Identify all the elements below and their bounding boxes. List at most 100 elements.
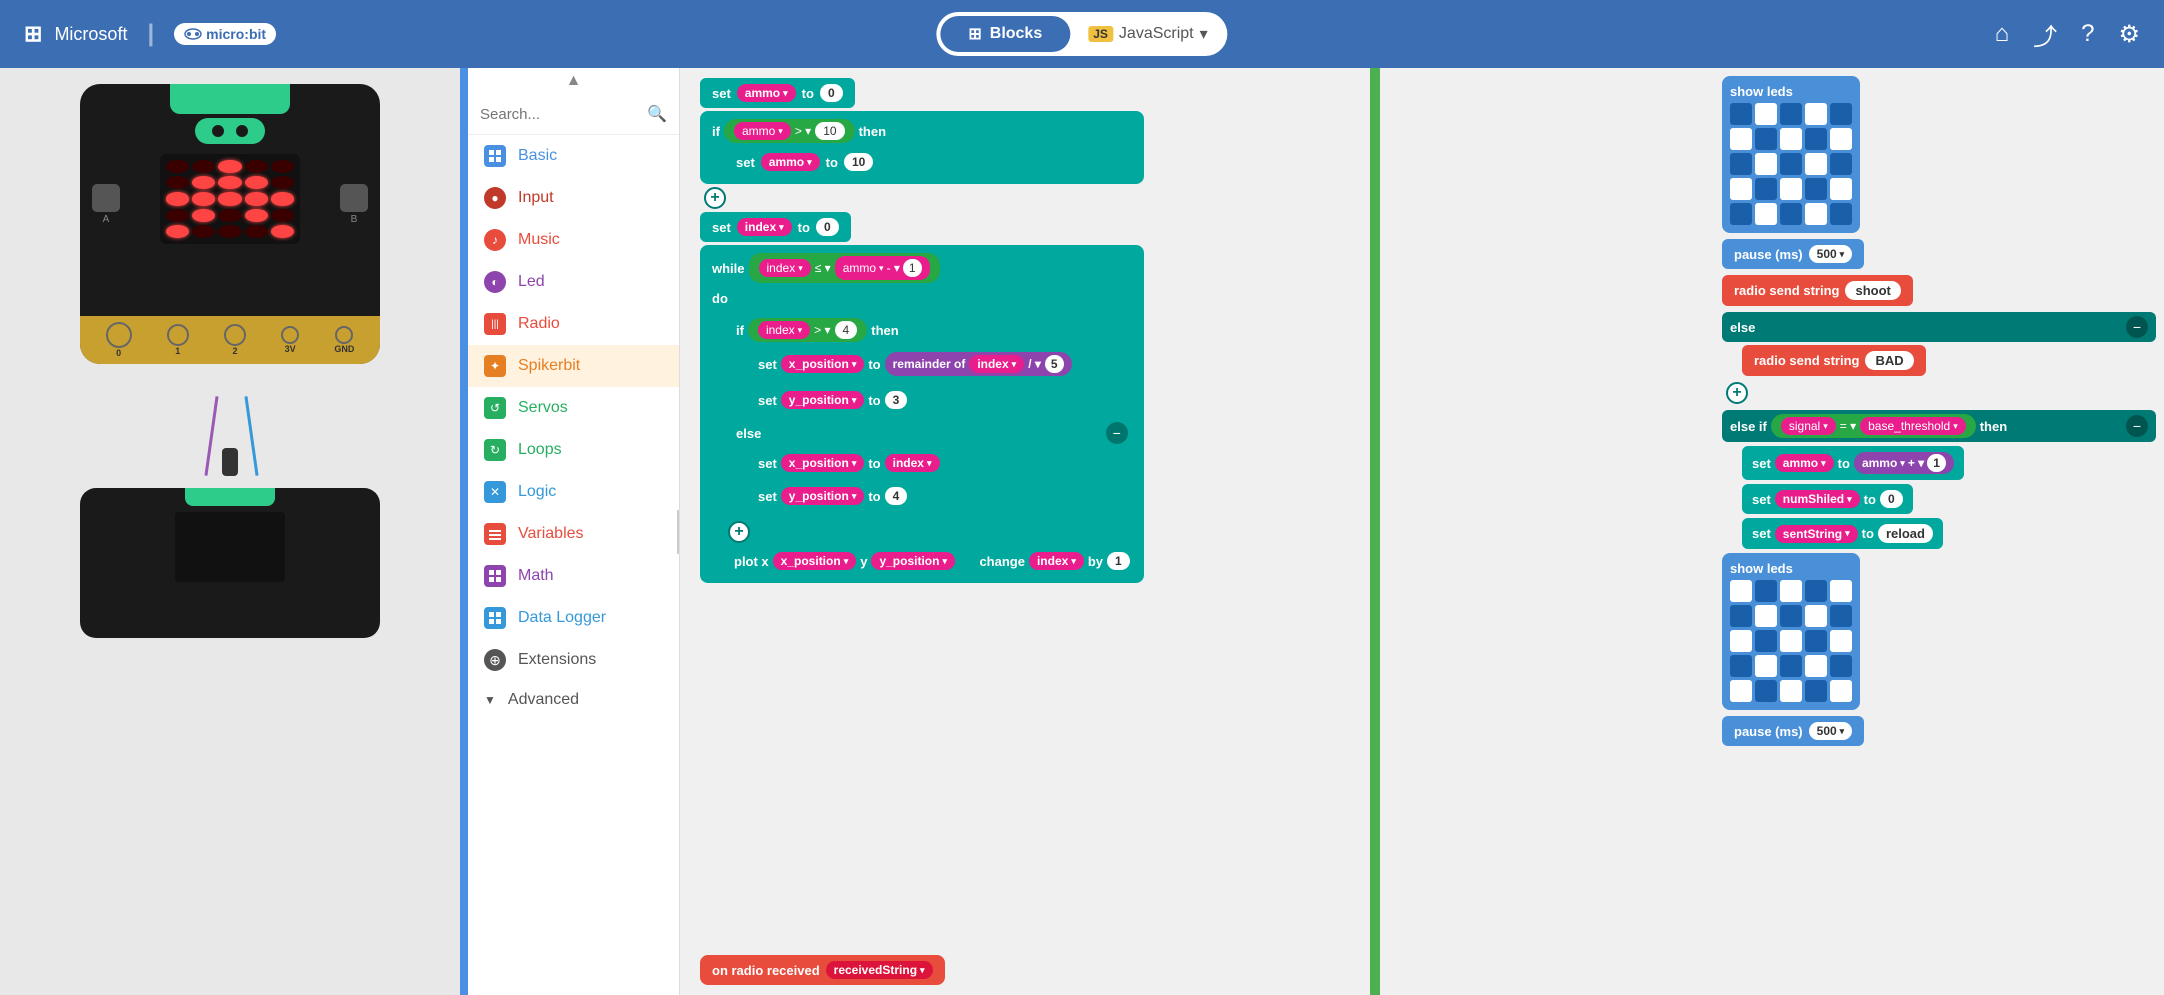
sidebar-item-music[interactable]: ♪ Music	[468, 219, 679, 261]
toolbox-search-area: 🔍	[468, 94, 679, 135]
else-minus-button[interactable]: −	[1106, 422, 1128, 444]
microbit-logo: micro:bit	[174, 23, 276, 45]
set-ammo-10: set ammo ▾ to 10	[724, 147, 885, 177]
sidebar-item-math[interactable]: Math	[468, 555, 679, 597]
remainder-block: remainder of index ▾ / ▾ 5	[885, 352, 1072, 376]
block-group-main: set ammo ▾ to 0 if ammo ▾ > ▾ 10 then	[700, 78, 1144, 586]
left-eye	[212, 125, 224, 137]
usb-plug	[222, 448, 238, 476]
set-ammo-block: set ammo ▾ to 0	[700, 78, 1144, 108]
cables-area	[80, 376, 380, 476]
index-pill[interactable]: index ▾	[737, 218, 792, 236]
ammo-minus-1: ammo ▾ - ▾ 1	[835, 256, 930, 280]
right-blocks-panel: show leds pause (ms) 500 ▾ radio send st…	[1714, 68, 2164, 995]
sidebar-item-led[interactable]: ◐ Led	[468, 261, 679, 303]
sidebar-item-advanced[interactable]: ▼ Advanced	[468, 681, 679, 719]
app-header: ⊞ Microsoft | micro:bit ⊞ Blocks JS Java…	[0, 0, 2164, 68]
ammo-plus-1-val: ammo ▾ + ▾ 1	[1854, 452, 1954, 474]
while-condition: index ▾ ≤ ▾ ammo ▾ - ▾ 1	[749, 253, 940, 283]
sidebar-item-datalogger[interactable]: Data Logger	[468, 597, 679, 639]
show-leds-label: show leds	[1730, 84, 1852, 99]
else-minus-button-2[interactable]: −	[2126, 316, 2148, 338]
sidebar-item-servos[interactable]: ↺ Servos	[468, 387, 679, 429]
advanced-arrow-icon: ▼	[484, 693, 496, 707]
sidebar-item-variables[interactable]: Variables	[468, 513, 679, 555]
pin-2: 2	[224, 324, 246, 356]
while-block: while index ▾ ≤ ▾ ammo ▾ - ▾ 1 do	[700, 245, 1144, 583]
microbit-device: A B 0 1 2	[80, 84, 380, 364]
if-header: if ammo ▾ > ▾ 10 then	[704, 115, 1140, 147]
reload-val[interactable]: reload	[1878, 524, 1933, 543]
nested-condition: index ▾ > ▾ 4	[748, 318, 867, 342]
plot-block: plot x x_position ▾ y y_position ▾	[724, 546, 965, 576]
bad-string-val[interactable]: BAD	[1865, 351, 1913, 370]
ammo-pill-2[interactable]: ammo ▾	[734, 122, 791, 140]
val-10[interactable]: 10	[815, 122, 844, 140]
button-b[interactable]: B	[340, 184, 368, 225]
blocks-tab[interactable]: ⊞ Blocks	[940, 16, 1070, 52]
sidebar-item-input[interactable]: ● Input	[468, 177, 679, 219]
home-button[interactable]: ⌂	[1995, 20, 2010, 48]
show-leds-top: show leds	[1722, 76, 1860, 233]
sidebar-item-basic[interactable]: Basic	[468, 135, 679, 177]
brand-divider: |	[147, 20, 154, 48]
set-y-4: set y_position ▾ to 4	[748, 481, 1136, 511]
set-ammo-row: set ammo ▾ to 0	[700, 78, 855, 108]
nested-if-block: if index ▾ > ▾ 4 then set	[724, 310, 1140, 579]
pin-gnd: GND	[334, 326, 354, 354]
sidebar-item-spikerbit[interactable]: ✦ Spikerbit	[468, 345, 679, 387]
set-x-index: set x_position ▾ to index ▾	[748, 448, 1136, 478]
sidebar-item-extensions[interactable]: ⊕ Extensions	[468, 639, 679, 681]
value-zero[interactable]: 0	[820, 84, 843, 102]
share-button[interactable]: ⤴	[2033, 17, 2057, 52]
pause-val-bottom[interactable]: 500 ▾	[1809, 722, 1853, 740]
simulator-panel: A B 0 1 2	[0, 68, 460, 995]
ammo-var-pill[interactable]: ammo ▾	[737, 84, 796, 102]
search-input[interactable]	[480, 106, 639, 123]
spikerbit-icon: ✦	[484, 355, 506, 377]
val-zero-2[interactable]: 0	[816, 218, 839, 236]
sidebar-item-logic[interactable]: ✕ Logic	[468, 471, 679, 513]
cable-purple	[204, 396, 218, 476]
led-grid-display[interactable]	[1730, 103, 1852, 225]
add-block-button-2[interactable]: +	[728, 521, 750, 543]
pin-1: 1	[167, 324, 189, 356]
else-label-row: else −	[728, 418, 1136, 448]
set-index-block: set index ▾ to 0	[700, 212, 851, 242]
add-block-button[interactable]: +	[704, 187, 726, 209]
settings-button[interactable]: ⚙	[2118, 20, 2140, 49]
pin-row: 0 1 2 3V GND	[80, 316, 380, 364]
else-if-minus[interactable]: −	[2126, 415, 2148, 437]
led-grid-display-2[interactable]	[1730, 580, 1852, 702]
plus-row-3: +	[1722, 382, 2156, 404]
pause-val[interactable]: 500 ▾	[1809, 245, 1853, 263]
datalogger-icon	[484, 607, 506, 629]
set-numshiled: set numShiled ▾ to 0	[1742, 484, 2156, 514]
led-screen	[160, 154, 300, 244]
main-layout: A B 0 1 2	[0, 68, 2164, 995]
search-icon[interactable]: 🔍	[647, 104, 667, 124]
right-eye	[236, 125, 248, 137]
received-string-pill[interactable]: receivedString ▾	[826, 961, 933, 979]
val-10-b[interactable]: 10	[844, 153, 873, 171]
sidebar-item-loops[interactable]: ↻ Loops	[468, 429, 679, 471]
microbit-label: micro:bit	[184, 26, 266, 42]
shoot-string-val[interactable]: shoot	[1845, 281, 1900, 300]
plus-row-2: +	[724, 521, 1140, 543]
button-a[interactable]: A	[92, 184, 120, 225]
scroll-up[interactable]: ▲	[468, 68, 679, 94]
help-button[interactable]: ?	[2081, 20, 2094, 48]
math-icon	[484, 565, 506, 587]
set-sentstring: set sentString ▾ to reload	[1742, 518, 2156, 549]
ammo-var-pill-3[interactable]: ammo ▾	[761, 153, 820, 171]
while-header: while index ▾ ≤ ▾ ammo ▾ - ▾ 1	[704, 249, 1140, 287]
mode-tabs: ⊞ Blocks JS JavaScript ▾	[936, 12, 1227, 56]
cable-blue	[244, 396, 258, 476]
sidebar-item-radio[interactable]: ||| Radio	[468, 303, 679, 345]
pin-0: 0	[106, 322, 132, 358]
add-block-button-3[interactable]: +	[1726, 382, 1748, 404]
javascript-tab[interactable]: JS JavaScript ▾	[1072, 16, 1223, 52]
blocks-canvas[interactable]: set ammo ▾ to 0 if ammo ▾ > ▾ 10 then	[680, 68, 1714, 995]
pin-3v: 3V	[281, 326, 299, 354]
led-icon: ◐	[484, 271, 506, 293]
